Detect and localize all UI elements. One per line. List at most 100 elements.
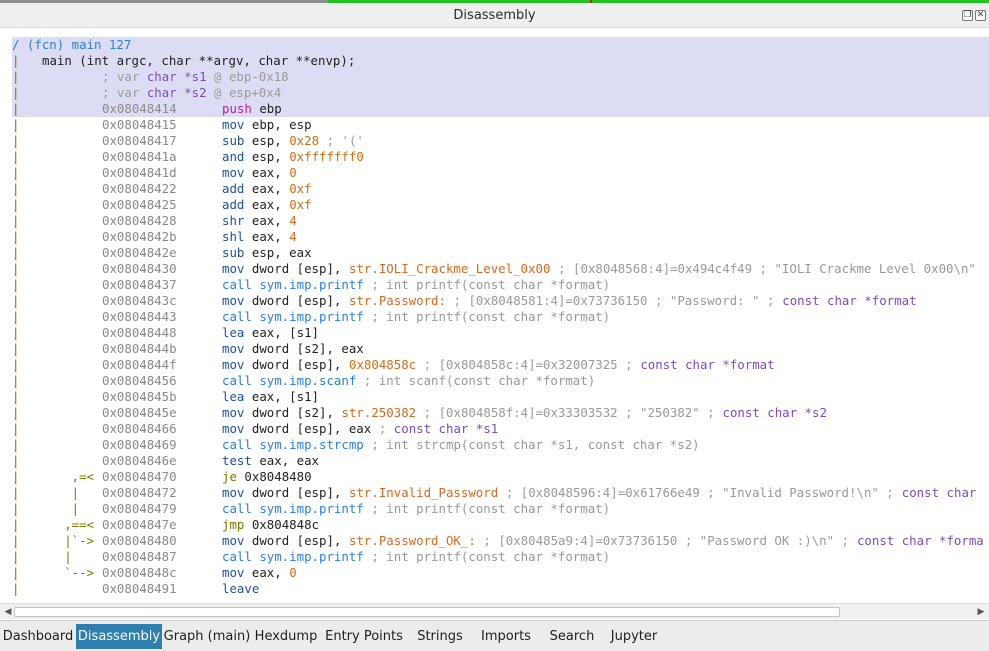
instruction-line[interactable]: | 0x08048466 mov dword [esp], eax ; const …	[12, 421, 989, 437]
float-dock-icon[interactable]: ❐	[962, 10, 973, 21]
operands: esp, eax	[244, 245, 312, 260]
mnemonic: add	[222, 197, 245, 212]
var-name: s2	[191, 85, 207, 100]
function-header: / (fcn) main 127	[12, 37, 132, 52]
instruction-line[interactable]: | 0x0804845e mov dword [s2], str.250382 ; …	[12, 405, 989, 421]
scroll-left-icon[interactable]: ◀	[2, 606, 14, 618]
mnemonic: mov	[222, 293, 245, 308]
close-dock-icon[interactable]: ✕	[975, 10, 986, 21]
scrollbar-thumb[interactable]	[14, 607, 840, 617]
function-signature: main (int argc, char **argv, char **envp…	[42, 53, 356, 68]
operands: dword [esp],	[244, 357, 349, 372]
instruction-line[interactable]: | 0x0804842e sub esp, eax	[12, 245, 989, 261]
comment: ; int scanf(const char *format)	[356, 373, 596, 388]
instruction-line[interactable]: | 0x0804844f mov dword [esp], 0x804858c ; …	[12, 357, 989, 373]
instruction-address: 0x0804843c	[102, 293, 177, 308]
instruction-line[interactable]: | `--> 0x0804848c mov eax, 0	[12, 565, 989, 581]
horizontal-scrollbar[interactable]: ◀ ▶	[0, 603, 989, 619]
tab-disassembly[interactable]: Disassembly	[76, 624, 162, 649]
instruction-address: 0x08048479	[102, 501, 177, 516]
instruction-line[interactable]: | 0x08048430 mov dword [esp], str.IOLI_Cra…	[12, 261, 989, 277]
tab-hexdump[interactable]: Hexdump	[252, 624, 320, 649]
instruction-address: 0x08048487	[102, 549, 177, 564]
instruction-line[interactable]: | 0x08048456 call sym.imp.scanf ; int scan…	[12, 373, 989, 389]
instruction-line[interactable]: | 0x08048428 shr eax, 4	[12, 213, 989, 229]
function-header-line[interactable]: / (fcn) main 127	[12, 37, 989, 53]
mnemonic: call	[222, 549, 252, 564]
comment: ; int printf(const char *format)	[363, 277, 611, 292]
symbol: str.IOLI_Crackme_Level_0x00	[348, 261, 551, 276]
comment: ; [0x8048596:4]=0x61766e49 ; "Invalid Pa…	[498, 485, 902, 500]
tab-strings[interactable]: Strings	[408, 624, 472, 649]
mnemonic: mov	[222, 533, 245, 548]
immediate: 0xf	[289, 197, 312, 212]
var-location: @ ebp-0x18	[206, 69, 289, 84]
function-signature-line[interactable]: | main (int argc, char **argv, char **en…	[12, 53, 989, 69]
mnemonic: je	[222, 469, 237, 484]
scrollbar-track[interactable]	[14, 606, 973, 618]
instruction-line[interactable]: | 0x0804844b mov dword [s2], eax	[12, 341, 989, 357]
mnemonic: sub	[222, 245, 245, 260]
flow-gutter: |	[12, 101, 20, 116]
comment: ; [0x8048568:4]=0x494c4f49 ; "IOLI Crack…	[550, 261, 976, 276]
operands: eax,	[244, 213, 290, 228]
comment: ; int printf(const char *format)	[363, 501, 611, 516]
flow-gutter: |	[12, 181, 20, 196]
mnemonic: shr	[222, 213, 245, 228]
instruction-line[interactable]: | 0x0804842b shl eax, 4	[12, 229, 989, 245]
instruction-address: 0x0804846e	[102, 453, 177, 468]
instruction-address: 0x08048470	[102, 469, 177, 484]
instruction-line[interactable]: | 0x08048414 push ebp	[12, 101, 989, 117]
instruction-line[interactable]: | ,=< 0x08048470 je 0x8048480	[12, 469, 989, 485]
disassembly-view[interactable]: / (fcn) main 127 | main (int argc, char …	[12, 37, 989, 603]
flow-gutter: |	[12, 405, 20, 420]
instruction-address: 0x0804841a	[102, 149, 177, 164]
instruction-line[interactable]: | 0x0804843c mov dword [esp], str.Password…	[12, 293, 989, 309]
instruction-line[interactable]: | 0x08048491 leave	[12, 581, 989, 597]
instruction-line[interactable]: | 0x08048443 call sym.imp.printf ; int pri…	[12, 309, 989, 325]
instruction-line[interactable]: | 0x08048448 lea eax, [s1]	[12, 325, 989, 341]
operands: sym.imp.scanf	[251, 373, 357, 388]
instruction-line[interactable]: | 0x08048469 call sym.imp.strcmp ; int str…	[12, 437, 989, 453]
flow-gutter: |	[12, 341, 20, 356]
instruction-address: 0x0804844f	[102, 357, 177, 372]
instruction-line[interactable]: | 0x08048415 mov ebp, esp	[12, 117, 989, 133]
instruction-address: 0x08048437	[102, 277, 177, 292]
type-annotation: const char *forma	[856, 533, 984, 548]
flow-gutter: |	[12, 437, 20, 452]
instruction-line[interactable]: | 0x08048422 add eax, 0xf	[12, 181, 989, 197]
var-declaration-line[interactable]: | ; var char * s2 @ esp+0x4	[12, 85, 989, 101]
mnemonic: sub	[222, 133, 245, 148]
instruction-line[interactable]: | 0x0804846e test eax, eax	[12, 453, 989, 469]
instruction-address: 0x0804842e	[102, 245, 177, 260]
instruction-line[interactable]: | 0x0804841a and esp, 0xfffffff0	[12, 149, 989, 165]
flow-gutter: |	[12, 133, 20, 148]
instruction-line[interactable]: | ,==< 0x0804847e jmp 0x804848c	[12, 517, 989, 533]
scroll-right-icon[interactable]: ▶	[975, 606, 987, 618]
var-declaration-line[interactable]: | ; var char * s1 @ ebp-0x18	[12, 69, 989, 85]
tab-graph-main[interactable]: Graph (main)	[162, 624, 252, 649]
instruction-line[interactable]: | 0x08048425 add eax, 0xf	[12, 197, 989, 213]
instruction-line[interactable]: | |`-> 0x08048480 mov dword [esp], str.Pas…	[12, 533, 989, 549]
tab-jupyter[interactable]: Jupyter	[604, 624, 664, 649]
mnemonic: call	[222, 277, 252, 292]
instruction-line[interactable]: | 0x0804841d mov eax, 0	[12, 165, 989, 181]
instruction-line[interactable]: | | 0x08048472 mov dword [esp], str.Invali…	[12, 485, 989, 501]
operands: eax, [s1]	[244, 325, 320, 340]
instruction-line[interactable]: | 0x08048417 sub esp, 0x28 ; '('	[12, 133, 989, 149]
operands: sym.imp.printf	[251, 501, 364, 516]
tab-dashboard[interactable]: Dashboard	[0, 624, 76, 649]
gutter: |	[12, 85, 20, 100]
tab-search[interactable]: Search	[540, 624, 604, 649]
operands: dword [esp],	[244, 261, 349, 276]
instruction-line[interactable]: | 0x08048437 call sym.imp.printf ; int pri…	[12, 277, 989, 293]
instruction-line[interactable]: | | 0x08048479 call sym.imp.printf ; int p…	[12, 501, 989, 517]
tab-imports[interactable]: Imports	[472, 624, 540, 649]
instruction-line[interactable]: | | 0x08048487 call sym.imp.printf ; int p…	[12, 549, 989, 565]
tab-entry-points[interactable]: Entry Points	[320, 624, 408, 649]
mnemonic: mov	[222, 341, 245, 356]
mnemonic: mov	[222, 261, 245, 276]
var-type: char *	[146, 85, 192, 100]
instruction-line[interactable]: | 0x0804845b lea eax, [s1]	[12, 389, 989, 405]
flow-gutter: |	[12, 373, 20, 388]
